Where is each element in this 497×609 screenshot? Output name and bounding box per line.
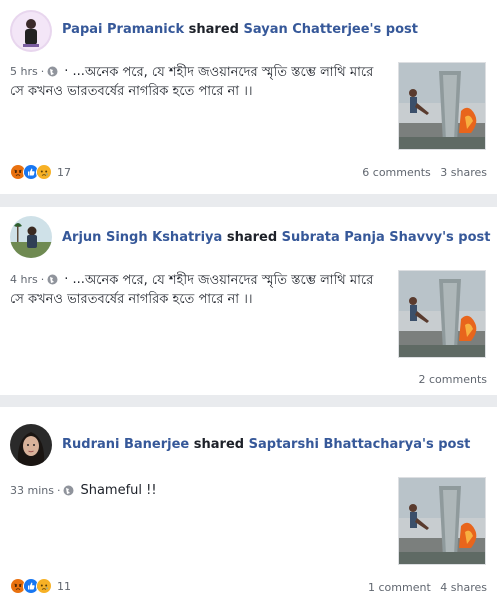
post-stats: 1 comment 4 shares [368,581,487,594]
original-post-link[interactable]: Subrata Panja Shavvy's post [282,230,491,245]
post-header: Arjun Singh Kshatriya shared Subrata Pan… [62,230,491,245]
post-thumbnail[interactable] [398,270,486,358]
post-thumbnail[interactable] [398,477,486,565]
globe-icon[interactable] [63,485,74,496]
avatar[interactable] [10,424,52,466]
sharer-name[interactable]: Arjun Singh Kshatriya [62,230,222,245]
post-card: Arjun Singh Kshatriya shared Subrata Pan… [0,207,497,395]
reaction-summary[interactable]: 11 [10,578,71,595]
post-card: Papai Pramanick shared Sayan Chatterjee'… [0,0,497,194]
shared-verb: shared [226,230,278,245]
sharer-name[interactable]: Papai Pramanick [62,22,184,37]
original-post-link[interactable]: Sayan Chatterjee's post [243,22,418,37]
reaction-count: 17 [57,166,71,179]
comments-link[interactable]: 6 comments [362,166,431,179]
news-feed: Papai Pramanick shared Sayan Chatterjee'… [0,0,497,609]
timestamp[interactable]: 33 mins [10,484,54,497]
post-text: Shameful !! [80,483,157,498]
shared-verb: shared [188,22,239,37]
avatar[interactable] [10,10,52,52]
post-text: অনেক পরে, যে শহীদ জওয়ানদের স্মৃতি স্তম্… [10,65,374,99]
post-header: Papai Pramanick shared Sayan Chatterjee'… [62,22,418,37]
post-stats: 2 comments [419,373,488,386]
avatar[interactable] [10,216,52,258]
shared-verb: shared [193,437,245,452]
comments-link[interactable]: 2 comments [419,373,488,386]
reaction-summary[interactable]: 17 [10,164,71,181]
post-stats: 6 comments 3 shares [362,166,487,179]
shares-link[interactable]: 4 shares [440,581,487,594]
comments-link[interactable]: 1 comment [368,581,431,594]
meta-separator: · [56,484,61,497]
post-thumbnail[interactable] [398,62,486,150]
post-text: অনেক পরে, যে শহীদ জওয়ানদের স্মৃতি স্তম্… [10,273,374,307]
sharer-name[interactable]: Rudrani Banerjee [62,437,189,452]
post-meta: 33 mins · Shameful !! [10,483,157,498]
original-post-link[interactable]: Saptarshi Bhattacharya's post [249,437,471,452]
post-card: Rudrani Banerjee shared Saptarshi Bhatta… [0,407,497,609]
post-header: Rudrani Banerjee shared Saptarshi Bhatta… [62,437,470,452]
sad-icon [36,578,53,595]
shares-link[interactable]: 3 shares [440,166,487,179]
sad-icon [36,164,53,181]
reaction-count: 11 [57,580,71,593]
